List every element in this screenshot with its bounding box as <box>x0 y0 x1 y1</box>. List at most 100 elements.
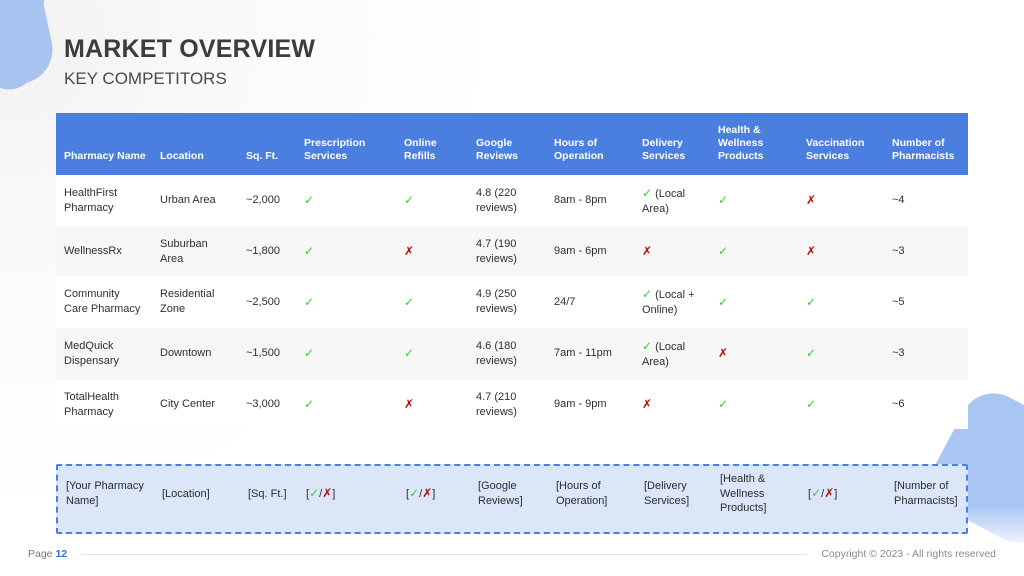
cell-location: Residential Zone <box>160 288 215 316</box>
column-header-prescription-services[interactable]: Prescription Services <box>296 113 396 175</box>
cell-hours-of-operation: 9am - 9pm <box>554 398 607 411</box>
check-icon: ✓ <box>642 186 653 200</box>
page-subtitle: KEY COMPETITORS <box>64 68 227 88</box>
template-cell-google-reviews[interactable]: [Google Reviews] <box>470 466 548 522</box>
check-icon: ✓ <box>718 397 729 412</box>
check-icon: ✓ <box>806 397 817 412</box>
template-cell-location[interactable]: [Location] <box>154 466 240 522</box>
cell-hours-of-operation: 8am - 8pm <box>554 194 607 207</box>
cell-online-refills: ✗ <box>396 380 468 430</box>
check-icon: ✓ <box>404 193 415 208</box>
cell-prescription-services: ✓ <box>296 227 396 277</box>
cell-sqft: ~1,800 <box>246 245 280 258</box>
cell-location: City Center <box>160 398 216 411</box>
cross-icon: ✗ <box>806 193 817 208</box>
slide-footer: Page 12 Copyright © 2023 - All rights re… <box>28 548 996 560</box>
cell-delivery-services: ✗ <box>634 227 710 277</box>
cell-delivery-services: ✓ (Local + Online) <box>634 276 710 328</box>
slide-heading-group: MARKET OVERVIEW KEY COMPETITORS <box>64 35 316 88</box>
check-icon: ✓ <box>309 485 320 500</box>
cross-icon: ✗ <box>642 397 653 412</box>
check-icon: ✓ <box>811 485 822 500</box>
bracket-close: ] <box>332 487 336 500</box>
cell-pharmacy-name: TotalHealth Pharmacy <box>64 390 120 418</box>
check-icon: ✓ <box>304 346 315 361</box>
cross-icon: ✗ <box>422 485 433 500</box>
cell-sqft: ~3,000 <box>246 398 280 411</box>
column-header-sqft[interactable]: Sq. Ft. <box>238 113 296 175</box>
cell-number-of-pharmacists: ~5 <box>892 295 905 308</box>
template-cell-online-refills[interactable]: [✓/✗] <box>398 466 470 522</box>
cell-pharmacy-name: HealthFirst Pharmacy <box>64 187 118 214</box>
template-cell-delivery-services[interactable]: [Delivery Services] <box>636 466 712 522</box>
page-indicator: Page 12 <box>28 548 67 560</box>
column-header-delivery-services[interactable]: Delivery Services <box>634 113 710 175</box>
cell-vaccination-services: ✓ <box>798 380 884 430</box>
column-header-pharmacy-name[interactable]: Pharmacy Name <box>56 113 152 175</box>
table-row[interactable]: HealthFirst Pharmacy Urban Area ~2,000 ✓… <box>56 175 968 227</box>
cell-prescription-services: ✓ <box>296 175 396 227</box>
cell-google-reviews: 4.8 (220 reviews) <box>476 187 517 214</box>
cell-health-wellness: ✓ <box>710 276 798 328</box>
template-cell-prescription-services[interactable]: [✓/✗] <box>298 466 398 522</box>
cell-hours-of-operation: 24/7 <box>554 295 576 308</box>
column-header-google-reviews[interactable]: Google Reviews <box>468 113 546 175</box>
cell-google-reviews: 4.6 (180 reviews) <box>476 340 517 367</box>
column-header-health-wellness-products[interactable]: Health & Wellness Products <box>710 113 798 175</box>
template-cell-number-of-pharmacists[interactable]: [Number of Pharmacists] <box>886 466 966 522</box>
template-row-table: [Your Pharmacy Name] [Location] [Sq. Ft.… <box>58 466 966 522</box>
column-header-hours-of-operation[interactable]: Hours of Operation <box>546 113 634 175</box>
cell-vaccination-services: ✗ <box>798 175 884 227</box>
copyright-text: Copyright © 2023 - All rights reserved <box>821 548 996 560</box>
cross-icon: ✗ <box>824 485 835 500</box>
cell-health-wellness: ✗ <box>710 328 798 380</box>
cell-number-of-pharmacists: ~4 <box>892 194 905 207</box>
cell-online-refills: ✓ <box>396 175 468 227</box>
table-row[interactable]: WellnessRx Suburban Area ~1,800 ✓ ✗ 4.7 … <box>56 226 968 277</box>
cell-vaccination-services: ✓ <box>798 276 884 328</box>
cross-icon: ✗ <box>718 346 729 361</box>
competitors-table: Pharmacy Name Location Sq. Ft. Prescript… <box>56 113 968 430</box>
cell-pharmacy-name: MedQuick Dispensary <box>64 340 120 367</box>
column-header-number-of-pharmacists[interactable]: Number of Pharmacists <box>884 113 968 175</box>
template-cell-sqft[interactable]: [Sq. Ft.] <box>240 466 298 522</box>
table-body: HealthFirst Pharmacy Urban Area ~2,000 ✓… <box>56 175 968 430</box>
cell-number-of-pharmacists: ~6 <box>892 398 905 411</box>
cell-google-reviews: 4.9 (250 reviews) <box>476 288 517 316</box>
check-icon: ✓ <box>304 244 315 259</box>
template-cell-pharmacy-name[interactable]: [Your Pharmacy Name] <box>58 466 154 522</box>
column-header-location[interactable]: Location <box>152 113 238 175</box>
column-header-vaccination-services[interactable]: Vaccination Services <box>798 113 884 175</box>
cross-icon: ✗ <box>642 244 653 259</box>
page-title: MARKET OVERVIEW <box>64 35 316 63</box>
cell-number-of-pharmacists: ~3 <box>892 347 905 360</box>
check-icon: ✓ <box>304 397 315 412</box>
cell-vaccination-services: ✓ <box>798 328 884 380</box>
table-row[interactable]: TotalHealth Pharmacy City Center ~3,000 … <box>56 379 968 430</box>
table-row[interactable]: MedQuick Dispensary Downtown ~1,500 ✓ ✓ … <box>56 328 968 380</box>
check-icon: ✓ <box>304 193 315 208</box>
template-cell-vaccination-services[interactable]: [✓/✗] <box>800 466 886 522</box>
check-icon: ✓ <box>304 294 315 309</box>
cell-health-wellness: ✓ <box>710 227 798 277</box>
cross-icon: ✗ <box>806 244 817 259</box>
footer-divider <box>81 553 808 555</box>
cross-icon: ✗ <box>404 397 415 412</box>
cell-health-wellness: ✓ <box>710 380 798 430</box>
column-header-online-refills[interactable]: Online Refills <box>396 113 468 175</box>
table-row[interactable]: Community Care Pharmacy Residential Zone… <box>56 276 968 329</box>
template-cell-health-wellness[interactable]: [Health & Wellness Products] <box>712 466 800 522</box>
table-header: Pharmacy Name Location Sq. Ft. Prescript… <box>56 113 968 175</box>
your-pharmacy-template-row[interactable]: [Your Pharmacy Name] [Location] [Sq. Ft.… <box>56 464 968 534</box>
check-icon: ✓ <box>404 346 415 361</box>
template-row[interactable]: [Your Pharmacy Name] [Location] [Sq. Ft.… <box>58 466 966 522</box>
check-icon: ✓ <box>806 346 817 361</box>
template-cell-hours-of-operation[interactable]: [Hours of Operation] <box>548 466 636 522</box>
page-number: 12 <box>55 548 68 560</box>
check-icon: ✓ <box>404 294 415 309</box>
check-icon: ✓ <box>718 294 729 309</box>
table-header-row: Pharmacy Name Location Sq. Ft. Prescript… <box>56 113 968 175</box>
check-icon: ✓ <box>718 244 729 259</box>
check-icon: ✓ <box>642 339 653 354</box>
cell-hours-of-operation: 9am - 6pm <box>554 245 607 258</box>
